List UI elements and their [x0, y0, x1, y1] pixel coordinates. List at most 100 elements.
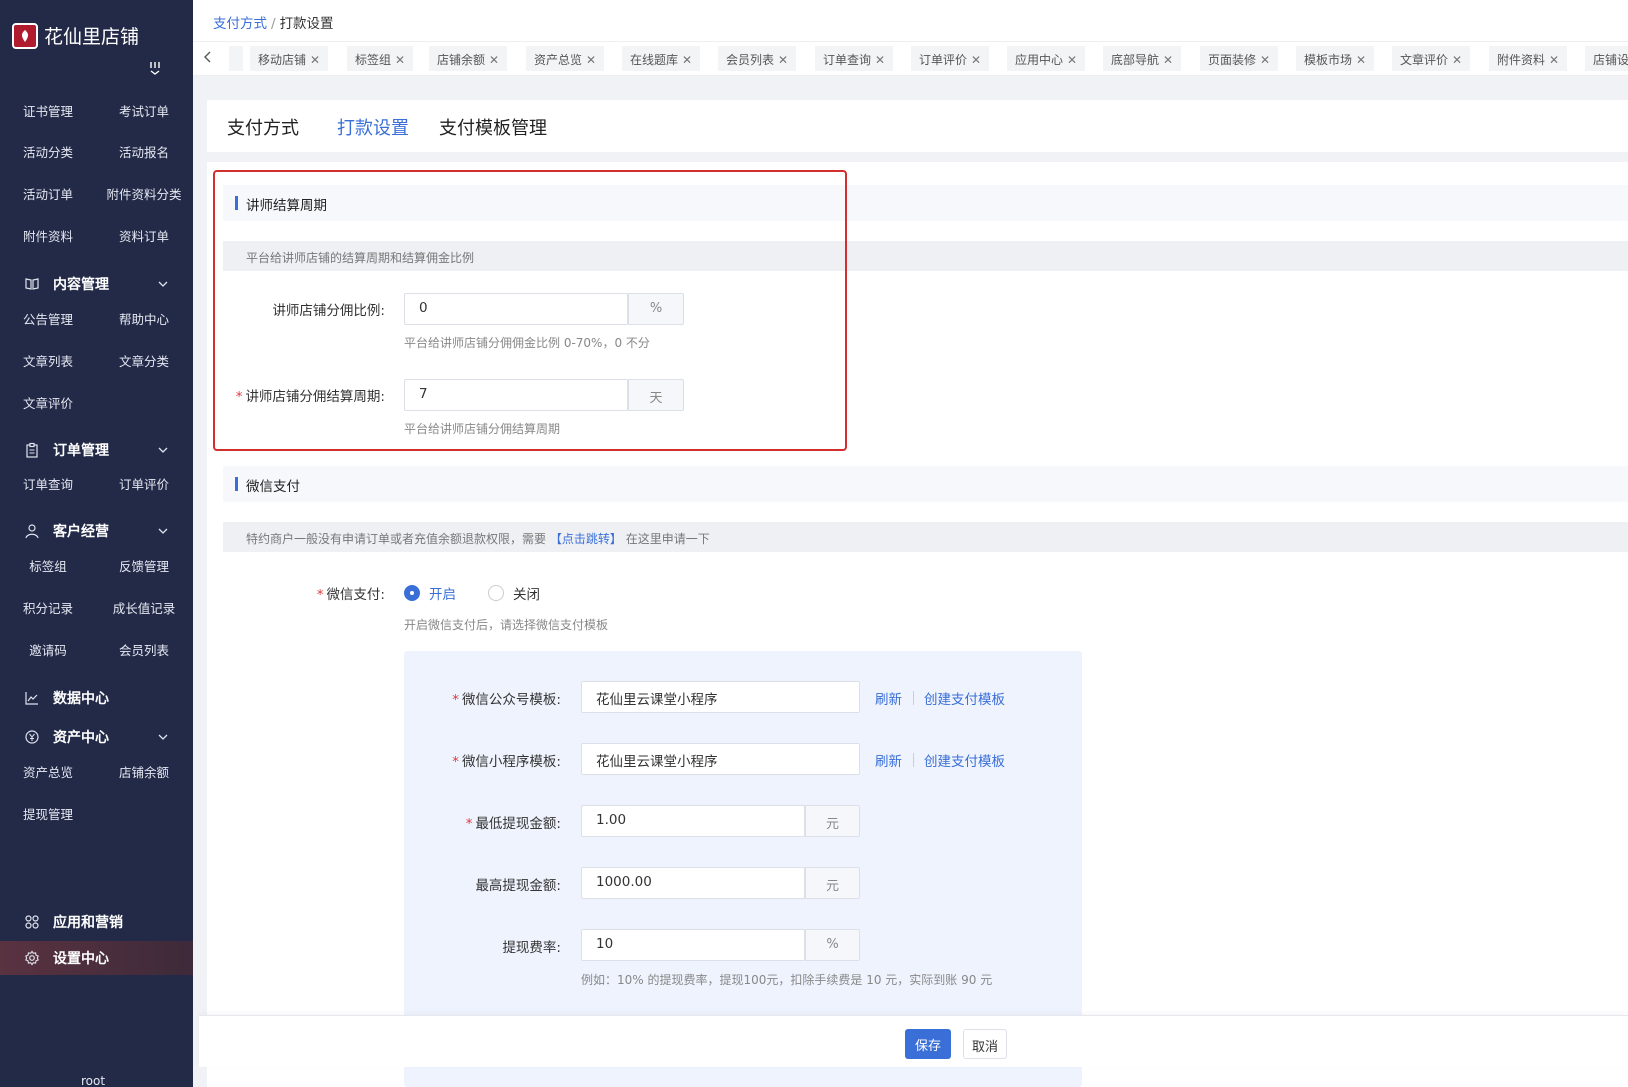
open-tab[interactable]: 文章评价 ✕: [1392, 46, 1471, 71]
open-tab-label: 订单评价: [919, 53, 968, 67]
close-icon[interactable]: ✕: [586, 53, 596, 67]
open-tab-label: 会员列表: [726, 53, 775, 67]
open-tab[interactable]: 资产总览 ✕: [526, 46, 605, 71]
close-icon[interactable]: ✕: [778, 53, 788, 67]
radio-wechat-on[interactable]: 开启: [404, 583, 456, 603]
open-tabs-bar: 移动店铺 ✕ 标签组 ✕ 店铺余额 ✕ 资产总览 ✕ 在线题库 ✕ 会员列表 ✕ 订单查询 ✕…: [193, 42, 1628, 76]
menu-row: 积分记录 成长值记录: [0, 598, 193, 618]
mp-template-select[interactable]: 花仙里云课堂小程序: [581, 681, 860, 713]
save-button[interactable]: 保存: [905, 1029, 951, 1059]
menu-item-order-query[interactable]: 订单查询: [0, 474, 96, 493]
refresh-link[interactable]: 刷新: [875, 750, 902, 770]
menu-item-member-list[interactable]: 会员列表: [96, 640, 192, 659]
menu-group-label: 订单管理: [53, 443, 109, 459]
open-tab[interactable]: 在线题库 ✕: [622, 46, 701, 71]
menu-row: 活动分类 活动报名: [0, 142, 193, 162]
menu-item-activity-category[interactable]: 活动分类: [0, 142, 96, 161]
chevron-left-icon[interactable]: [201, 50, 215, 64]
open-tab-label: 店铺余额: [437, 53, 486, 67]
open-tab[interactable]: 订单评价 ✕: [911, 46, 990, 71]
open-tab[interactable]: 店铺设: [1585, 46, 1628, 71]
open-tab-label: 模板市场: [1304, 53, 1353, 67]
menu-item-store-balance[interactable]: 店铺余额: [96, 762, 192, 781]
tab-payment-templates[interactable]: 支付模板管理: [439, 114, 547, 140]
brand-logo-icon: [12, 22, 38, 49]
current-user[interactable]: root: [0, 1074, 186, 1087]
max-withdraw-input[interactable]: 1000.00: [581, 867, 805, 899]
collapse-menu-icon[interactable]: [148, 60, 162, 76]
menu-row: 证书管理 考试订单: [0, 101, 193, 121]
menu-item-growth-log[interactable]: 成长值记录: [96, 598, 192, 617]
create-template-link[interactable]: 创建支付模板: [924, 688, 1005, 708]
chart-line-icon: [25, 692, 38, 705]
menu-item-activity-orders[interactable]: 活动订单: [0, 184, 96, 203]
menu-item-points-log[interactable]: 积分记录: [0, 598, 96, 617]
mini-template-select[interactable]: 花仙里云课堂小程序: [581, 743, 860, 775]
apply-link[interactable]: 【点击跳转】: [550, 532, 622, 546]
radio-wechat-off[interactable]: 关闭: [488, 583, 540, 603]
menu-item-invite-code[interactable]: 邀请码: [0, 640, 96, 659]
open-tab[interactable]: 标签组 ✕: [347, 46, 414, 71]
menu-item-withdraw-manage[interactable]: 提现管理: [0, 804, 96, 823]
create-template-link[interactable]: 创建支付模板: [924, 750, 1005, 770]
close-icon[interactable]: ✕: [682, 53, 692, 67]
menu-item-attachment-category[interactable]: 附件资料分类: [96, 184, 192, 203]
menu-group-apps[interactable]: 应用和营销: [0, 910, 193, 934]
menu-item-asset-overview[interactable]: 资产总览: [0, 762, 96, 781]
menu-item-announcements[interactable]: 公告管理: [0, 309, 96, 328]
brand-logo[interactable]: 花仙里店铺: [12, 22, 139, 49]
close-icon[interactable]: ✕: [395, 53, 405, 67]
menu-item-material-orders[interactable]: 资料订单: [96, 226, 192, 245]
close-icon[interactable]: ✕: [971, 53, 981, 67]
menu-group-settings[interactable]: 设置中心: [0, 941, 193, 975]
close-icon[interactable]: ✕: [1163, 53, 1173, 67]
menu-group-orders[interactable]: 订单管理: [0, 438, 193, 462]
tab-payment-methods[interactable]: 支付方式: [227, 114, 299, 140]
menu-group-data[interactable]: 数据中心: [0, 686, 193, 710]
close-icon[interactable]: ✕: [1452, 53, 1462, 67]
close-icon[interactable]: ✕: [875, 53, 885, 67]
open-tab[interactable]: 店铺余额 ✕: [429, 46, 508, 71]
menu-item-article-review[interactable]: 文章评价: [0, 393, 96, 412]
refresh-link[interactable]: 刷新: [875, 688, 902, 708]
menu-group-content[interactable]: 内容管理: [0, 272, 193, 296]
open-tab[interactable]: 订单查询 ✕: [815, 46, 894, 71]
open-tab-partial[interactable]: [229, 46, 243, 71]
open-tab[interactable]: 移动店铺 ✕: [250, 46, 329, 71]
cancel-button[interactable]: 取消: [963, 1029, 1007, 1059]
menu-item-article-category[interactable]: 文章分类: [96, 351, 192, 370]
close-icon[interactable]: ✕: [1260, 53, 1270, 67]
menu-item-certificate[interactable]: 证书管理: [0, 101, 96, 120]
open-tab[interactable]: 附件资料 ✕: [1489, 46, 1568, 71]
menu-item-attachments[interactable]: 附件资料: [0, 226, 96, 245]
breadcrumb-parent[interactable]: 支付方式: [213, 16, 267, 32]
menu-item-order-review[interactable]: 订单评价: [96, 474, 192, 493]
close-icon[interactable]: ✕: [1067, 53, 1077, 67]
open-tab[interactable]: 会员列表 ✕: [718, 46, 797, 71]
close-icon[interactable]: ✕: [489, 53, 499, 67]
close-icon[interactable]: ✕: [310, 53, 320, 67]
withdraw-fee-input[interactable]: 10: [581, 929, 805, 961]
wechat-pay-label: * 微信支付:: [207, 583, 385, 603]
menu-item-activity-signup[interactable]: 活动报名: [96, 142, 192, 161]
user-icon: [25, 524, 39, 539]
open-tab-label: 应用中心: [1015, 53, 1064, 67]
open-tab[interactable]: 底部导航 ✕: [1103, 46, 1182, 71]
menu-group-customer[interactable]: 客户经营: [0, 519, 193, 543]
close-icon[interactable]: ✕: [1549, 53, 1559, 67]
menu-item-feedback[interactable]: 反馈管理: [96, 556, 192, 575]
unit-addon: 元: [805, 867, 860, 899]
menu-item-exam-orders[interactable]: 考试订单: [96, 101, 192, 120]
close-icon[interactable]: ✕: [1356, 53, 1366, 67]
open-tab[interactable]: 页面装修 ✕: [1200, 46, 1279, 71]
open-tab[interactable]: 应用中心 ✕: [1007, 46, 1086, 71]
menu-item-tag-group[interactable]: 标签组: [0, 556, 96, 575]
min-withdraw-input[interactable]: 1.00: [581, 805, 805, 837]
menu-item-article-list[interactable]: 文章列表: [0, 351, 96, 370]
tab-payout-settings[interactable]: 打款设置: [337, 114, 409, 140]
menu-group-assets[interactable]: 资产中心: [0, 725, 193, 749]
open-tab[interactable]: 模板市场 ✕: [1296, 46, 1375, 71]
menu-group-label: 数据中心: [53, 691, 109, 707]
open-tab-label: 底部导航: [1111, 53, 1160, 67]
menu-item-help-center[interactable]: 帮助中心: [96, 309, 192, 328]
